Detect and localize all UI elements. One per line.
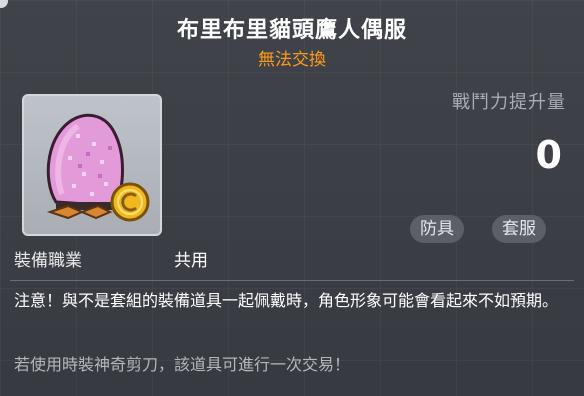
armor-tag: 防具 (410, 215, 464, 243)
divider (10, 280, 574, 281)
set-tag: 套服 (492, 215, 546, 243)
item-icon-frame (22, 94, 162, 236)
job-label: 裝備職業 (14, 251, 82, 271)
trade-status: 無法交換 (258, 50, 326, 70)
item-name: 布里布里貓頭鷹人偶服 (176, 18, 407, 43)
pink-owl-costume-icon (46, 113, 150, 222)
power-increase-label: 戰鬥力提升量 (452, 92, 566, 113)
job-value: 共用 (174, 251, 208, 271)
gold-coin-icon (110, 182, 150, 222)
corner-marker (0, 0, 8, 8)
appearance-notice: 注意！與不是套組的裝備道具一起佩戴時，角色形象可能會看起來不如預期。 (14, 291, 559, 310)
scissors-trade-note: 若使用時裝神奇剪刀，該道具可進行一次交易！ (14, 355, 351, 374)
power-increase-value: 0 (535, 133, 562, 177)
item-tooltip: 布里布里貓頭鷹人偶服 無法交換 戰鬥力提升量 0 防具 套服 裝備職業 共用 注… (0, 0, 584, 396)
